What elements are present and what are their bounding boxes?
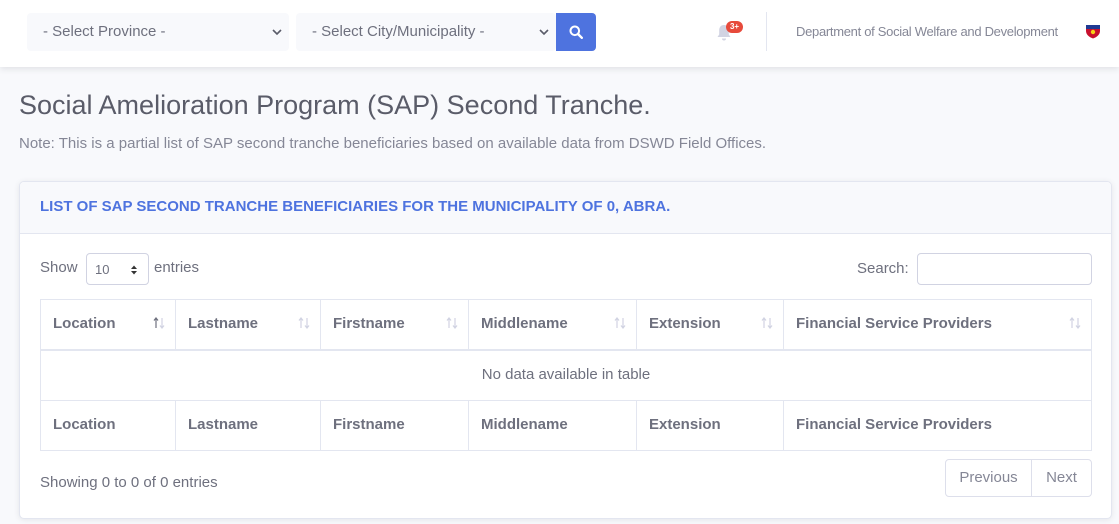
table-search-input[interactable] (917, 253, 1092, 285)
column-footer-middlename: Middlename (469, 401, 637, 450)
sort-ascending-icon (153, 317, 165, 329)
column-header-firstname[interactable]: Firstname (321, 300, 469, 349)
next-page-button[interactable]: Next (1032, 460, 1091, 496)
dswd-logo[interactable] (1085, 24, 1101, 39)
table-info: Showing 0 to 0 of 0 entries (40, 474, 218, 491)
search-button[interactable] (556, 13, 596, 51)
table-search-label: Search: (857, 260, 909, 277)
column-footer-extension: Extension (637, 401, 784, 450)
sort-icon (1069, 317, 1081, 329)
beneficiaries-table: Location Lastname Firstname Middlename E… (40, 299, 1092, 451)
card-header: LIST OF SAP SECOND TRANCHE BENEFICIARIES… (20, 182, 1111, 234)
previous-page-button[interactable]: Previous (946, 460, 1032, 496)
column-footer-location: Location (41, 401, 176, 450)
column-label: Firstname (333, 315, 405, 332)
table-empty-row: No data available in table (41, 351, 1091, 401)
column-label: Middlename (481, 315, 568, 332)
column-header-financial-service-providers[interactable]: Financial Service Providers (784, 300, 1091, 349)
search-icon (569, 25, 583, 39)
city-select-value: - Select City/Municipality - (312, 23, 485, 40)
entries-length-select[interactable]: 10 (86, 253, 149, 285)
sort-arrows-icon (131, 265, 137, 275)
length-show-label: Show (40, 259, 78, 276)
province-select[interactable]: - Select Province - (27, 13, 289, 51)
column-footer-financial-service-providers: Financial Service Providers (796, 416, 992, 433)
length-entries-label: entries (154, 259, 200, 276)
table-header-row: Location Lastname Firstname Middlename E… (41, 300, 1091, 351)
page-note: Note: This is a partial list of SAP seco… (19, 135, 767, 152)
table-footer-row: Location Lastname Firstname Middlename E… (41, 401, 1091, 450)
beneficiaries-card: LIST OF SAP SECOND TRANCHE BENEFICIARIES… (19, 181, 1112, 519)
column-header-middlename[interactable]: Middlename (469, 300, 637, 349)
department-name[interactable]: Department of Social Welfare and Develop… (796, 24, 1058, 39)
alerts-badge: 3+ (726, 21, 743, 33)
topbar: - Select Province - - Select City/Munici… (0, 0, 1119, 67)
column-label: Lastname (188, 315, 259, 332)
column-label: Extension (649, 315, 721, 332)
column-footer-firstname: Firstname (321, 401, 469, 450)
page-title: Social Amelioration Program (SAP) Second… (19, 90, 651, 120)
sort-icon (761, 317, 773, 329)
entries-length-value: 10 (95, 262, 110, 277)
column-header-lastname[interactable]: Lastname (176, 300, 321, 349)
sort-icon (614, 317, 626, 329)
column-footer-lastname: Lastname (176, 401, 321, 450)
empty-table-message: No data available in table (481, 366, 651, 383)
column-label: Financial Service Providers (796, 315, 992, 332)
topbar-divider (766, 12, 767, 51)
column-label: Location (53, 315, 116, 332)
column-header-location[interactable]: Location (41, 300, 176, 349)
pagination: Previous Next (945, 459, 1092, 497)
sort-icon (298, 317, 310, 329)
city-select[interactable]: - Select City/Municipality - (296, 13, 556, 51)
chevron-down-icon (272, 29, 282, 36)
province-select-value: - Select Province - (43, 23, 166, 40)
sort-icon (446, 317, 458, 329)
chevron-down-icon (539, 29, 549, 36)
column-header-extension[interactable]: Extension (637, 300, 784, 349)
card-title: LIST OF SAP SECOND TRANCHE BENEFICIARIES… (40, 198, 671, 215)
